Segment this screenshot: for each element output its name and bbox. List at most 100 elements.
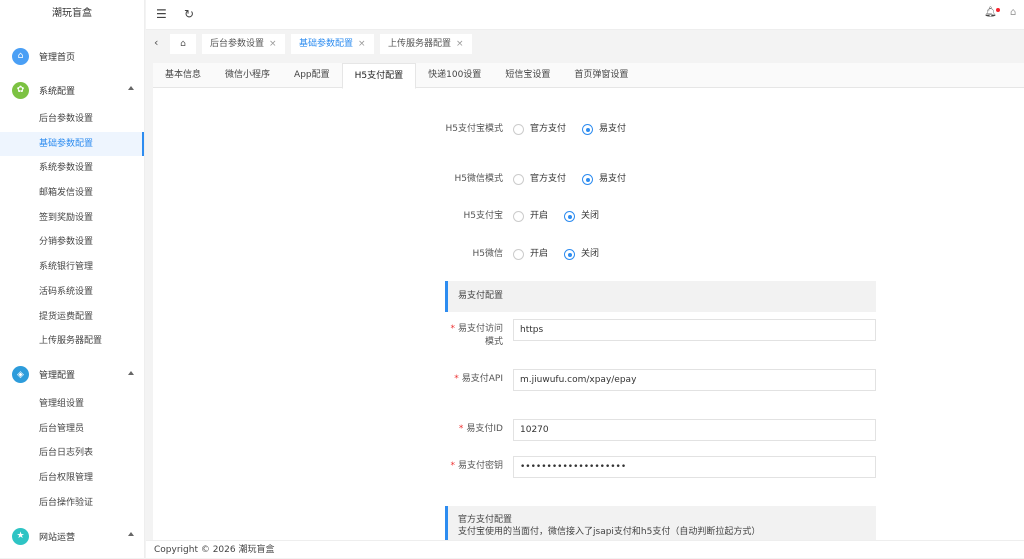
radio-option[interactable]: 开启 [513,248,548,261]
sidebar-item[interactable]: 基础参数配置 [0,131,144,157]
text-input[interactable]: https [513,319,876,341]
radio-option[interactable]: 易支付 [582,173,626,186]
subtab[interactable]: H5支付配置 [341,63,417,89]
required-asterisk: * [450,461,455,471]
radio-circle[interactable] [513,249,524,260]
close-icon[interactable]: × [358,39,366,49]
radio-label: 官方支付 [530,174,567,184]
sidebar-item[interactable]: 系统银行管理 [0,255,144,280]
refresh-icon[interactable]: ↻ [184,7,194,21]
radio-circle[interactable] [513,124,524,135]
field-label-text: 易支付访问模式 [457,324,503,347]
tabs-scroll-left-icon[interactable]: ‹ [154,36,158,49]
sidebar-group-label: 管理首页 [39,52,76,63]
field-label: * 易支付API [445,373,503,386]
radio-option[interactable]: 官方支付 [513,173,566,186]
sidebar-item[interactable]: 签到奖励设置 [0,206,144,231]
sidebar-item[interactable]: 上传服务器配置 [0,329,144,354]
radio-option[interactable]: 关闭 [564,210,599,223]
subtab[interactable]: 短信宝设置 [493,63,562,87]
tab-home[interactable]: ⌂ [170,34,196,54]
radio-option[interactable]: 易支付 [582,123,626,136]
sidebar: 潮玩盲盒 ⌂ 管理首页 ✿ 系统配置 后台参数设置 基础参数配置 系统参数设置 邮箱发信设置签… [0,0,145,558]
radio-row: H5支付宝模式 官方支付 易支付 [445,123,642,136]
sidebar-group[interactable]: ⌂ 管理首页 [0,39,144,73]
subtab[interactable]: 首页弹窗设置 [562,63,640,87]
subtab[interactable]: 快递100设置 [416,63,493,87]
sidebar-group[interactable]: ★ 网站运营 [0,519,144,553]
text-input[interactable]: m.jiuwufu.com/xpay/epay [513,369,876,391]
sidebar-item[interactable]: 后台日志列表 [0,441,144,466]
chevron-up-icon [128,86,134,90]
subtabs: 基本信息 微信小程序 App配置 H5支付配置 快递100设置 短信宝设置 首页弹窗设置 [153,63,1024,89]
tab-label: 基础参数配置 [299,39,354,49]
radio-label: 关闭 [581,249,600,259]
tab[interactable]: 基础参数配置 × [291,34,374,54]
sidebar-group[interactable]: ◈ 管理配置 [0,358,144,392]
text-input[interactable]: •••••••••••••••••••• [513,456,876,478]
radio-option[interactable]: 开启 [513,210,548,223]
radio-circle[interactable] [564,211,576,222]
sidebar-item[interactable]: 后台操作验证 [0,491,144,516]
field-label: H5微信 [472,249,504,259]
star-icon: ★ [12,527,29,545]
field-label: * 易支付ID [445,423,503,436]
close-icon[interactable]: × [456,39,464,49]
sidebar-item[interactable]: 系统参数设置 [0,156,144,181]
text-input[interactable]: 10270 [513,419,876,441]
radio-circle[interactable] [564,249,576,260]
chevron-up-icon [128,532,134,537]
sidebar-item[interactable]: 分销参数设置 [0,230,144,255]
field-label: H5支付宝模式 [445,124,504,134]
sidebar-item[interactable]: 邮箱发信设置 [0,181,144,206]
app-title: 潮玩盲盒 [52,8,92,19]
close-icon[interactable]: × [269,39,277,49]
tab-label: 上传服务器配置 [388,39,452,49]
input-row: * 易支付访问模式 [445,323,503,349]
sidebar-item[interactable]: 后台管理员 [0,417,144,442]
radio-row: H5支付宝 开启 关闭 [445,210,615,223]
radio-circle[interactable] [582,124,594,135]
footer: Copyright © 2026 潮玩盲盒 [146,540,1024,558]
radio-label: 关闭 [581,211,600,221]
sidebar-item[interactable]: 管理组设置 [0,392,144,417]
notification-dot [995,8,1000,12]
bell-icon[interactable]: 🔔︎ [984,7,1000,18]
radio-label: 易支付 [599,124,627,134]
section-header: 官方支付配置 支付宝使用的当面付，微信接入了jsapi支付和h5支付（自动判断拉起… [445,506,876,540]
radio-circle[interactable] [513,174,524,185]
field-label: H5微信模式 [454,174,504,184]
radio-option[interactable]: 官方支付 [513,123,566,136]
field-label: * 易支付访问模式 [445,323,503,349]
radio-label: 官方支付 [530,124,567,134]
tab[interactable]: 后台参数设置 × [202,34,285,54]
field-label: * 易支付密钥 [445,460,503,473]
subtab[interactable]: 微信小程序 [213,63,282,87]
sidebar-group-label: 管理配置 [39,371,76,382]
tag-icon[interactable]: ⌂ [1010,7,1016,18]
chevron-up-icon [128,370,134,375]
sidebar-item[interactable]: 后台权限管理 [0,466,144,491]
radio-option[interactable]: 关闭 [564,248,599,261]
required-asterisk: * [450,324,455,334]
tab[interactable]: 上传服务器配置 × [380,34,472,54]
radio-group: 开启 关闭 [513,210,615,223]
sidebar-item[interactable]: 活码系统设置 [0,280,144,305]
radio-label: 易支付 [599,174,627,184]
menu-toggle-icon[interactable]: ☰ [156,7,167,21]
field-label-text: 易支付API [461,374,503,384]
sidebar-group[interactable]: ✿ 系统配置 [0,73,144,107]
shield-icon: ◈ [12,366,29,384]
radio-circle[interactable] [513,211,524,222]
subtab[interactable]: 基本信息 [153,63,213,87]
input-row: * 易支付密钥 [445,460,503,473]
sidebar-item[interactable]: 后台参数设置 [0,107,144,132]
home-icon: ⌂ [12,47,29,65]
sidebar-nav: ⌂ 管理首页 ✿ 系统配置 后台参数设置 基础参数配置 系统参数设置 邮箱发信设置 签到奖励设置… [0,39,144,553]
radio-circle[interactable] [582,174,594,185]
field-label: H5支付宝 [463,211,504,221]
subtab[interactable]: App配置 [282,63,342,87]
section-title: 官方支付配置 [458,515,513,525]
sidebar-item[interactable]: 提货运费配置 [0,305,144,330]
input-row: * 易支付API [445,373,503,386]
